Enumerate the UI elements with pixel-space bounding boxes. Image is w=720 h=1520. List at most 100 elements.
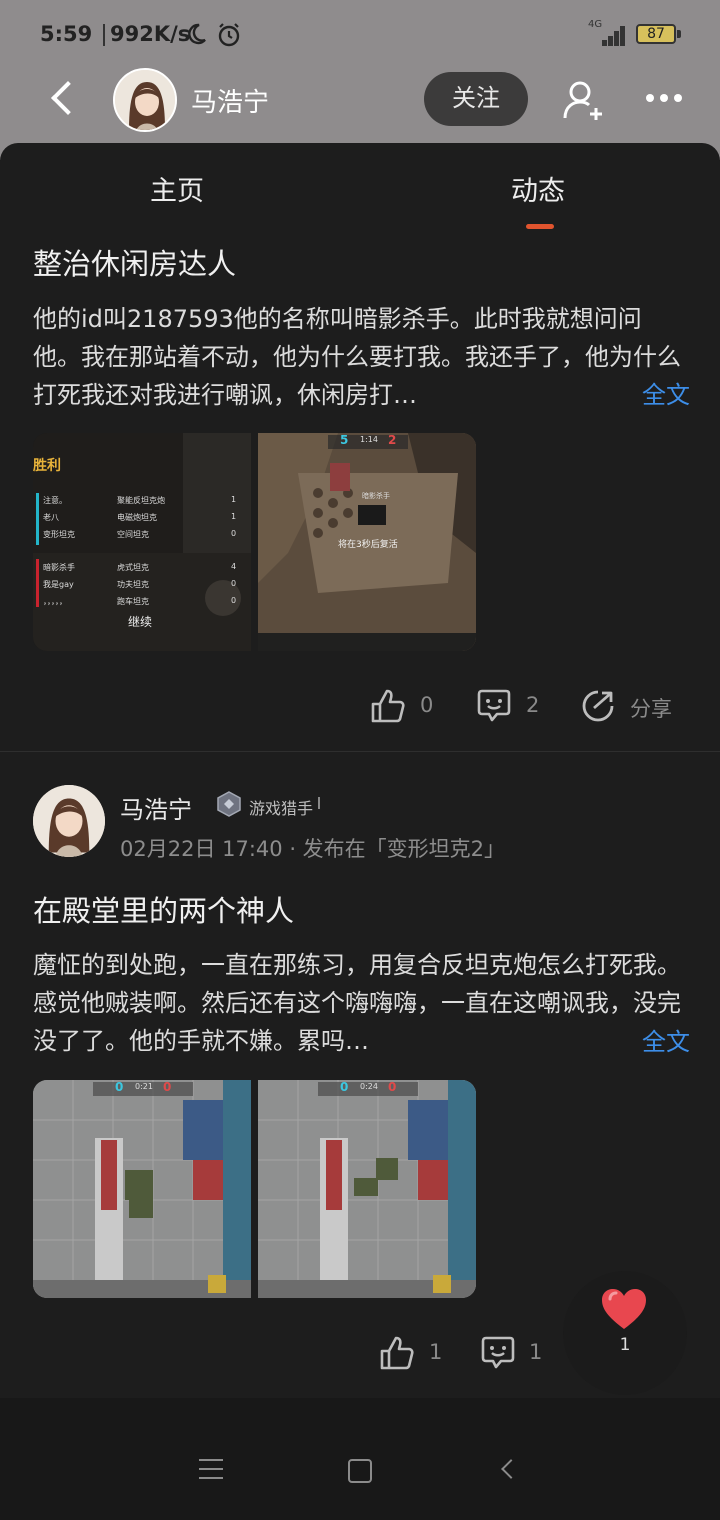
- full-text-link[interactable]: 全文: [634, 375, 690, 410]
- match-timer: 0:24: [360, 1082, 378, 1091]
- follow-button[interactable]: 关注: [424, 72, 528, 126]
- avatar-illustration-icon: [33, 785, 105, 857]
- player-score: 0: [231, 579, 237, 588]
- respawn-text: 将在3秒后复活: [338, 540, 398, 550]
- status-separator: [103, 24, 105, 46]
- player-name: 暗影杀手: [43, 563, 75, 572]
- tank-name: 跑车坦克: [117, 597, 149, 606]
- tank-name: 聚能反坦克炮: [117, 496, 165, 505]
- match-timer: 1:14: [360, 435, 378, 444]
- tab-feed[interactable]: 动态: [511, 169, 565, 208]
- score-left: 0: [340, 1080, 349, 1094]
- score-left: 5: [340, 433, 349, 447]
- tank-name: 空间坦克: [117, 530, 149, 539]
- post-date: 02月22日 17:40: [120, 837, 283, 861]
- moon-icon: [188, 23, 206, 45]
- player-name: 变形坦克: [43, 530, 75, 539]
- continue-label: 继续: [128, 615, 153, 629]
- status-time: 5:59: [40, 22, 93, 46]
- tab-active-indicator: [526, 224, 554, 229]
- alarm-icon: [218, 23, 240, 47]
- more-options-button[interactable]: [640, 86, 690, 110]
- tank-name: 电磁炮坦克: [117, 513, 157, 522]
- heart-icon: [602, 1289, 646, 1329]
- status-bar: 5:59 992K/s 4G 87: [0, 0, 720, 70]
- hunter-badge-icon: [217, 791, 241, 817]
- post-image[interactable]: 胜利 注意。 聚能反坦克炮 1 老八 电磁炮坦克 1 变形坦克 空间坦克 0 暗影杀手 虎式坦…: [33, 433, 251, 651]
- post-image[interactable]: 5 1:14 2 暗影杀手 将在3秒后复活: [258, 433, 476, 651]
- post-body: 魔怔的到处跑，一直在那练习，用复合反坦克炮怎么打死我。感觉他贼装啊。然后还有这个…: [33, 951, 681, 1055]
- post-title: 整治休闲房达人: [33, 247, 237, 281]
- like-count: 1: [429, 1340, 443, 1364]
- post-forum[interactable]: · 发布在「变形坦克2」: [289, 837, 505, 861]
- battery-icon: 87: [636, 24, 676, 44]
- comment-count: 1: [529, 1340, 543, 1364]
- post-title: 在殿堂里的两个神人: [33, 894, 295, 928]
- scoreboard-row: 注意。 聚能反坦克炮 1: [43, 495, 243, 506]
- battery-tip: [677, 30, 681, 38]
- scoreboard-row: 暗影杀手 虎式坦克 4: [43, 562, 243, 573]
- status-network-speed: 992K/s: [110, 22, 191, 46]
- comment-icon[interactable]: [476, 688, 512, 724]
- like-icon[interactable]: [370, 688, 406, 724]
- badge-divider: [318, 797, 320, 809]
- player-name: 我是gay: [43, 580, 74, 589]
- scoreboard-row: ，，，，， 跑车坦克 0: [43, 596, 243, 607]
- more-icon: [646, 94, 682, 102]
- player-score: 4: [231, 562, 237, 571]
- game-battle-image: [258, 1080, 476, 1298]
- post-divider: [0, 751, 720, 752]
- score-right: 0: [163, 1080, 172, 1094]
- author-name[interactable]: 马浩宁: [120, 790, 192, 825]
- profile-header: 马浩宁 关注: [0, 62, 720, 142]
- like-icon[interactable]: [379, 1335, 415, 1371]
- scoreboard-row: 变形坦克 空间坦克 0: [43, 529, 243, 540]
- score-left: 0: [115, 1080, 124, 1094]
- score-right: 2: [388, 433, 397, 447]
- home-button[interactable]: [348, 1459, 372, 1483]
- comment-count: 2: [526, 693, 540, 717]
- signal-icon: 4G: [588, 19, 628, 46]
- tank-name: 功夫坦克: [117, 580, 149, 589]
- scoreboard-row: 我是gay 功夫坦克 0: [43, 579, 243, 590]
- player-name: 老八: [43, 513, 59, 522]
- victory-label: 胜利: [33, 458, 61, 474]
- share-label[interactable]: 分享: [630, 693, 672, 723]
- score-right: 0: [388, 1080, 397, 1094]
- player-name: ，，，，，: [43, 597, 67, 606]
- app-screen: 5:59 992K/s 4G 87 马浩宁 关注 主页 动态 整治休闲房达人 他…: [0, 0, 720, 1520]
- like-count: 0: [420, 693, 434, 717]
- heart-count: 1: [619, 1335, 631, 1355]
- full-text-link[interactable]: 全文: [634, 1022, 690, 1057]
- post-image[interactable]: 0 0:21 0: [33, 1080, 251, 1298]
- system-nav-bar: [0, 1398, 720, 1520]
- game-battle-image: [33, 1080, 251, 1298]
- player-score: 0: [231, 529, 237, 538]
- comment-icon[interactable]: [480, 1335, 516, 1371]
- author-avatar[interactable]: [33, 785, 105, 857]
- add-user-icon[interactable]: [560, 78, 606, 122]
- post-image[interactable]: 0 0:24 0: [258, 1080, 476, 1298]
- player-score: 1: [231, 512, 237, 521]
- tab-home[interactable]: 主页: [150, 169, 204, 208]
- network-type: 4G: [588, 19, 603, 30]
- player-score: 0: [231, 596, 237, 605]
- player-tag: 暗影杀手: [362, 492, 390, 500]
- match-timer: 0:21: [135, 1082, 153, 1091]
- battery-level: 87: [647, 26, 665, 42]
- header-username: 马浩宁: [191, 88, 270, 118]
- player-score: 1: [231, 495, 237, 504]
- post-meta: 02月22日 17:40 · 发布在「变形坦克2」: [120, 833, 505, 863]
- author-badge: 游戏猎手: [249, 799, 314, 818]
- back-button[interactable]: [46, 80, 82, 120]
- avatar-illustration-icon: [115, 70, 175, 130]
- post-body: 他的id叫2187593他的名称叫暗影杀手。此时我就想问问他。我在那站着不动，他…: [33, 305, 681, 409]
- scoreboard-row: 老八 电磁炮坦克 1: [43, 512, 243, 523]
- share-icon[interactable]: [580, 688, 616, 724]
- avatar[interactable]: [113, 68, 177, 132]
- tank-name: 虎式坦克: [117, 563, 149, 572]
- player-name: 注意。: [43, 496, 67, 505]
- like-fab-button[interactable]: 1: [563, 1271, 687, 1395]
- system-back-button[interactable]: [501, 1459, 521, 1479]
- recent-apps-button[interactable]: [199, 1459, 223, 1479]
